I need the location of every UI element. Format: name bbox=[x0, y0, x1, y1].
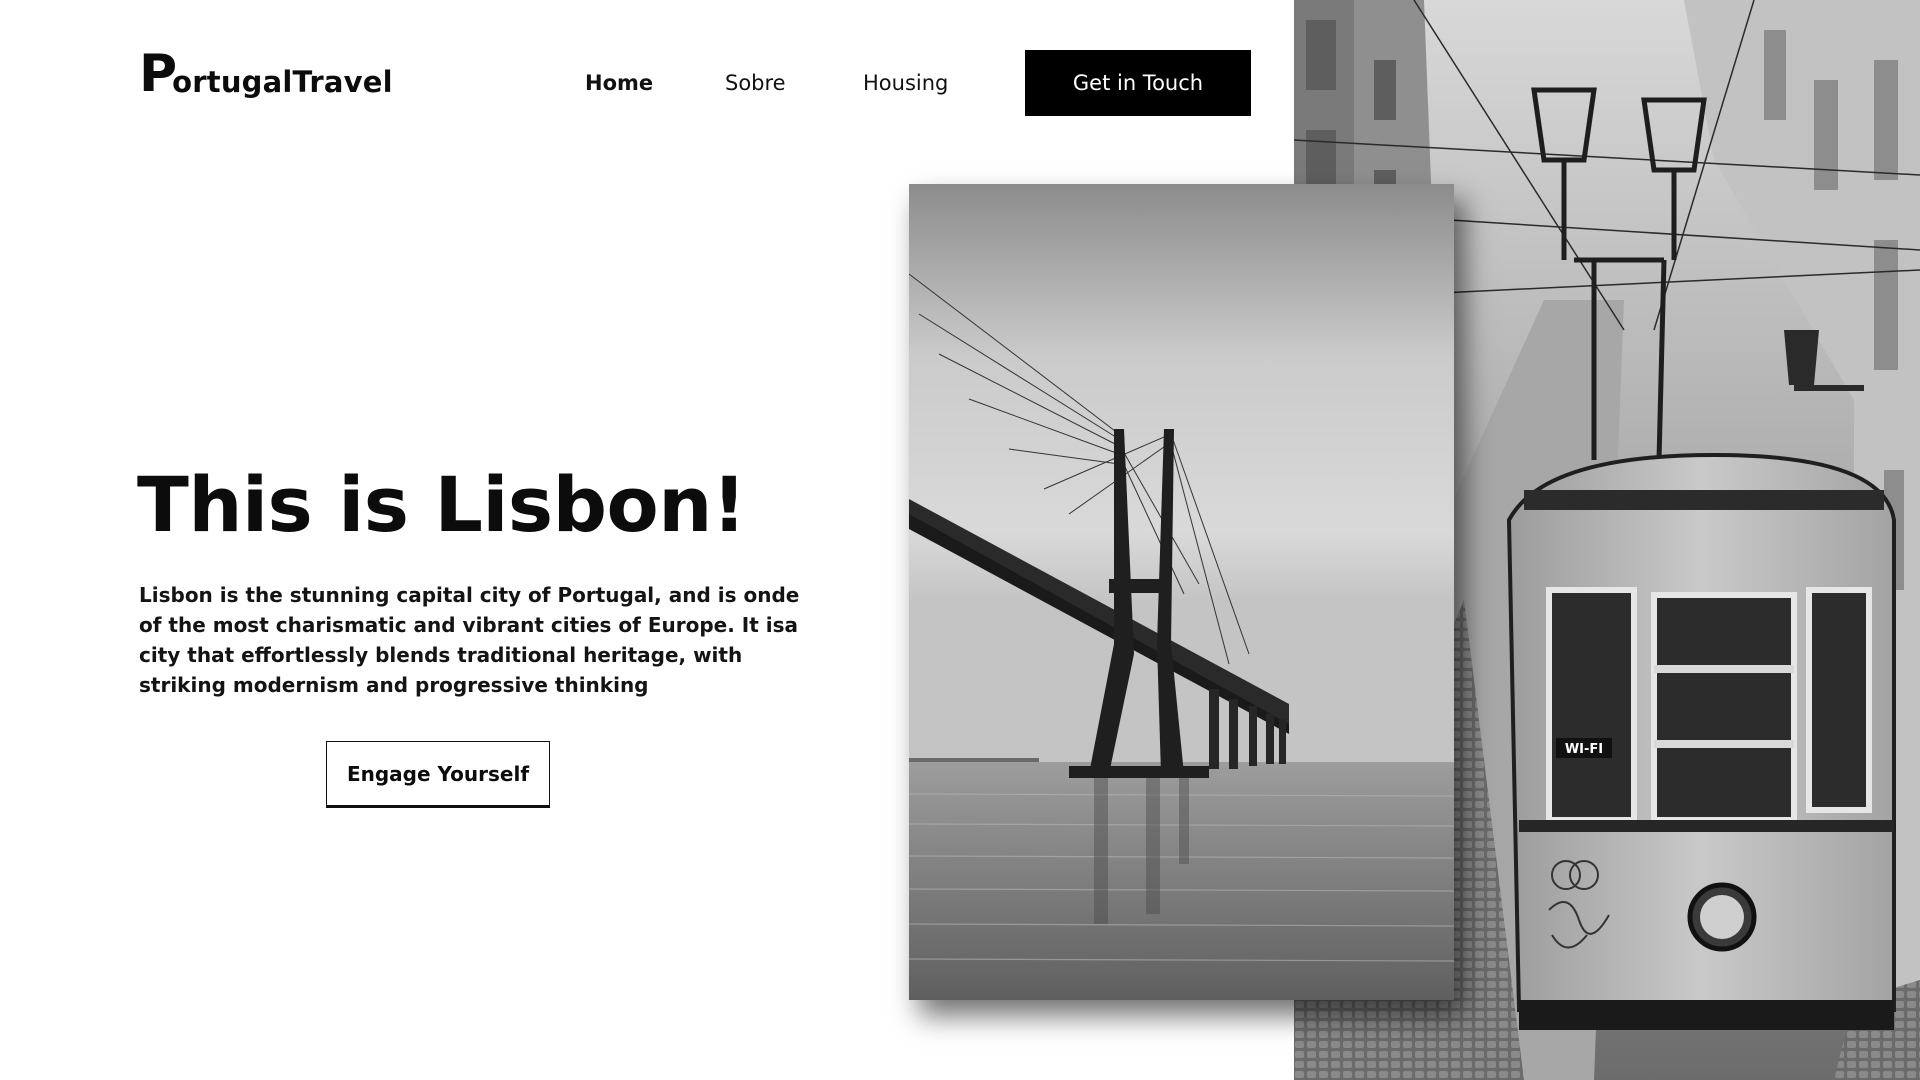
nav-item-housing[interactable]: Housing bbox=[863, 70, 948, 96]
landing-page: P ortugalTravel Home Sobre Housing Get i… bbox=[0, 0, 1920, 1080]
nav-item-sobre[interactable]: Sobre bbox=[725, 70, 786, 96]
nav-item-home[interactable]: Home bbox=[585, 70, 653, 96]
brand-logo[interactable]: P ortugalTravel bbox=[139, 46, 393, 106]
brand-logo-initial: P bbox=[139, 44, 178, 104]
brand-logo-text: ortugalTravel bbox=[172, 65, 393, 99]
get-in-touch-button[interactable]: Get in Touch bbox=[1025, 50, 1251, 116]
engage-yourself-button[interactable]: Engage Yourself bbox=[326, 741, 550, 806]
bridge-photo bbox=[909, 184, 1454, 1000]
hero-description: Lisbon is the stunning capital city of P… bbox=[139, 583, 800, 697]
tram-wifi-sign: WI-FI bbox=[1565, 742, 1603, 757]
hero-title: This is Lisbon! bbox=[137, 460, 747, 549]
